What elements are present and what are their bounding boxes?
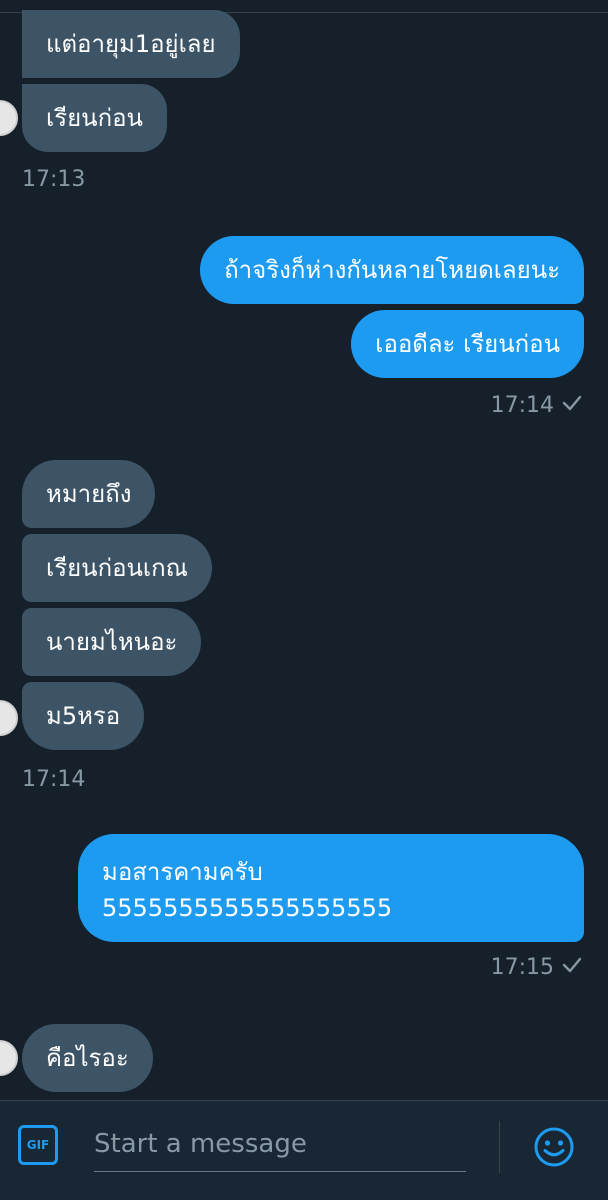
avatar[interactable] (0, 1040, 18, 1076)
message-bubble-in[interactable]: คือไรอะ (22, 1024, 153, 1092)
composer-divider (499, 1121, 500, 1173)
message-bubble-in[interactable]: เรียนก่อนเกณ (22, 534, 212, 602)
message-bubble-in[interactable]: ม5หรอ (22, 682, 145, 750)
conversation-view: แต่อายุม1อยู่เลย เรียนก่อน 17:13 ถ้าจริง… (0, 0, 608, 1100)
message-input[interactable] (94, 1117, 466, 1172)
message-timestamp: 17:15 (491, 954, 582, 982)
gif-icon[interactable]: GIF (18, 1125, 58, 1165)
avatar[interactable] (0, 700, 18, 736)
message-bubble-in[interactable]: นายมไหนอะ (22, 608, 202, 676)
timestamp-text: 17:15 (490, 955, 554, 980)
message-composer: GIF (0, 1100, 608, 1200)
message-line: มอสารคามครับ (102, 858, 263, 886)
message-timestamp: 17:14 (22, 767, 86, 792)
check-icon (562, 392, 582, 420)
message-bubble-out[interactable]: เออดีละ เรียนก่อน (351, 310, 584, 378)
message-bubble-out[interactable]: มอสารคามครับ 5555555555555555555 (78, 834, 584, 942)
message-bubble-in[interactable]: หมายถึง (22, 460, 156, 528)
smiley-icon[interactable] (532, 1125, 576, 1169)
message-timestamp: 17:13 (22, 167, 86, 192)
avatar[interactable] (0, 100, 18, 136)
message-bubble-in[interactable]: แต่อายุม1อยู่เลย (22, 10, 240, 78)
timestamp-text: 17:14 (490, 393, 554, 418)
message-timestamp: 17:14 (491, 392, 582, 420)
check-icon (562, 954, 582, 982)
message-line: 5555555555555555555 (102, 894, 393, 922)
message-bubble-out[interactable]: ถ้าจริงก็ห่างกันหลายโหยดเลยนะ (200, 236, 584, 304)
message-bubble-in[interactable]: เรียนก่อน (22, 84, 167, 152)
